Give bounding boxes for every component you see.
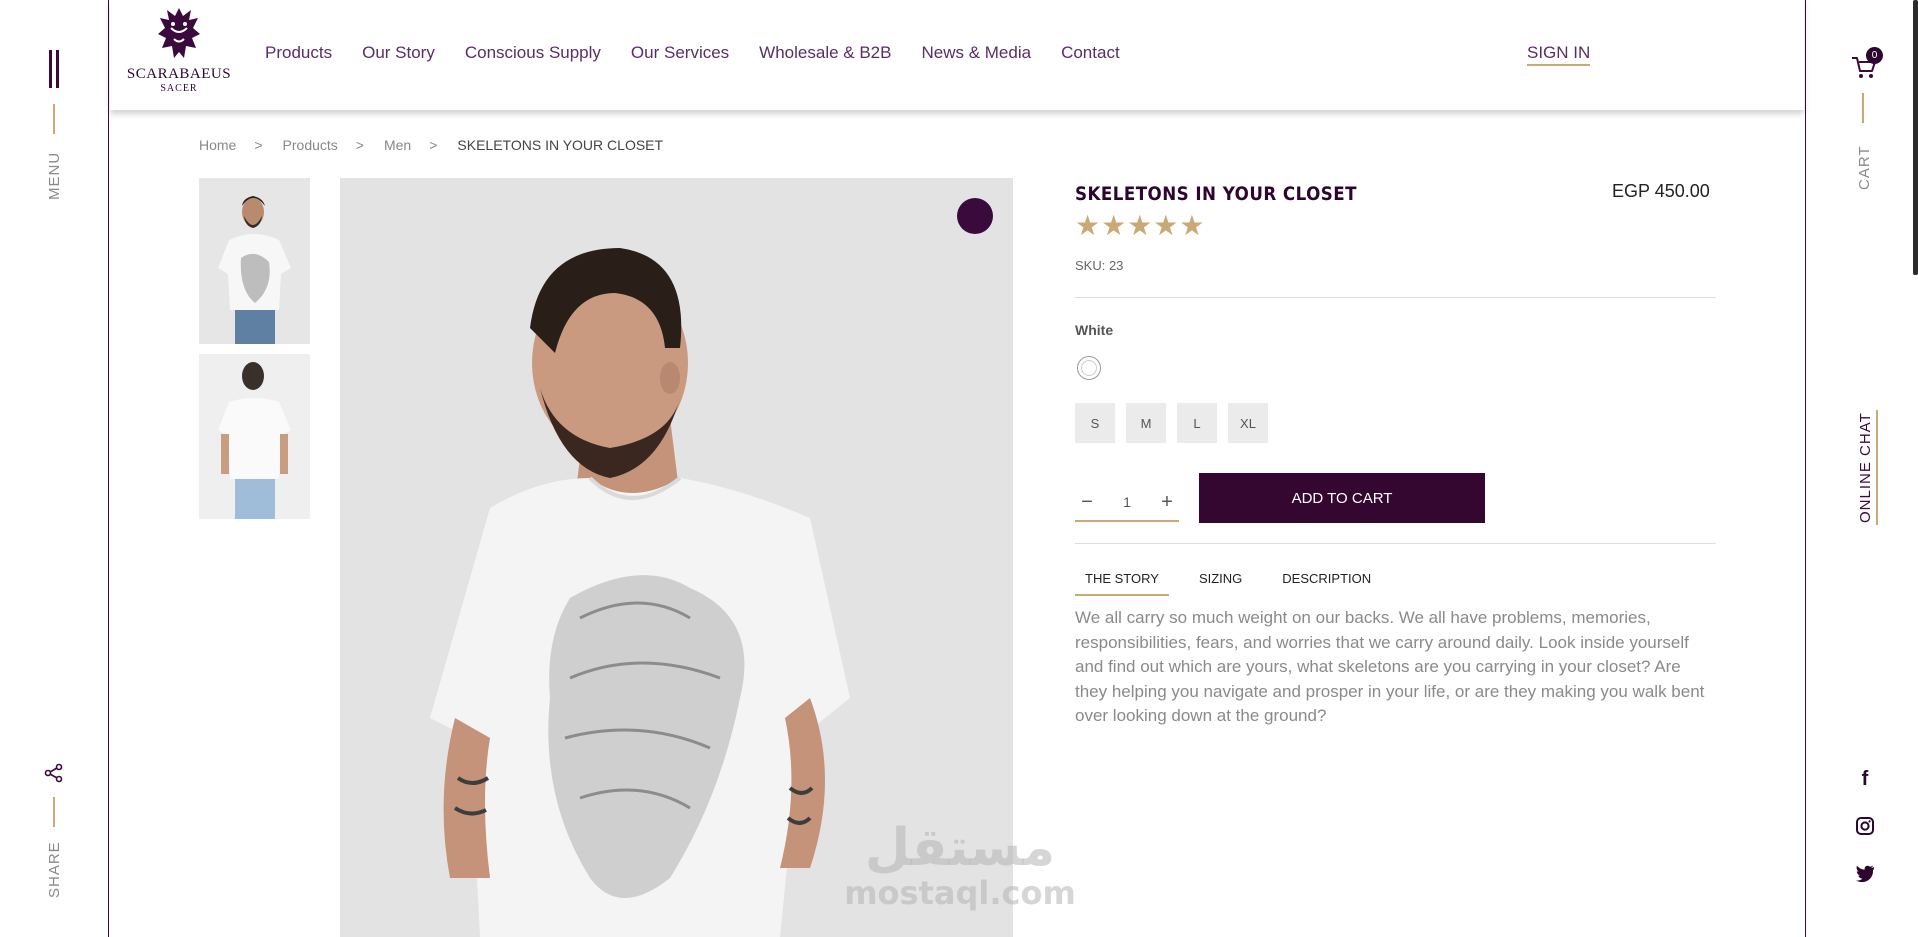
size-button-l[interactable]: L: [1177, 403, 1217, 443]
thumbnail-front[interactable]: [199, 178, 310, 344]
qty-value[interactable]: 1: [1112, 494, 1142, 510]
brand-subtitle: SACER: [160, 83, 198, 94]
breadcrumb-separator: >: [429, 137, 438, 153]
color-label: White: [1075, 322, 1114, 338]
nav-contact[interactable]: Contact: [1061, 43, 1120, 63]
site-header: SCARABAEUS SACER Products Our Story Cons…: [110, 0, 1804, 110]
product-sku: SKU: 23: [1075, 258, 1124, 273]
breadcrumb-home[interactable]: Home: [199, 137, 236, 153]
menu-divider: [53, 104, 55, 134]
story-text: We all carry so much weight on our backs…: [1075, 608, 1705, 725]
main-nav: Products Our Story Conscious Supply Our …: [265, 43, 1150, 63]
page-scrollbar[interactable]: [1913, 0, 1918, 275]
nav-our-story[interactable]: Our Story: [362, 43, 435, 63]
brand-name: SCARABAEUS: [126, 66, 232, 82]
right-rail: 0 CART ONLINE CHAT f: [1805, 0, 1918, 937]
image-color-dot[interactable]: [957, 198, 993, 234]
divider: [1075, 297, 1716, 298]
facebook-icon[interactable]: f: [1854, 768, 1876, 790]
product-photo-front-thumb: [199, 178, 310, 344]
tab-the-story[interactable]: THE STORY: [1075, 568, 1169, 596]
left-rail: MENU SHARE: [0, 0, 109, 937]
color-swatch-white[interactable]: [1077, 356, 1101, 380]
cart-label[interactable]: CART: [1856, 145, 1873, 190]
watermark-latin: mostaql.com: [844, 874, 1076, 912]
size-button-s[interactable]: S: [1075, 403, 1115, 443]
nav-our-services[interactable]: Our Services: [631, 43, 729, 63]
tab-sizing[interactable]: SIZING: [1189, 568, 1252, 596]
brand-logo[interactable]: SCARABAEUS SACER: [124, 6, 234, 106]
breadcrumb-products[interactable]: Products: [283, 137, 338, 153]
divider: [1075, 543, 1716, 544]
cart-count-badge: 0: [1866, 47, 1883, 64]
nav-wholesale[interactable]: Wholesale & B2B: [759, 43, 891, 63]
size-options: S M L XL: [1075, 403, 1279, 443]
quantity-stepper: − 1 +: [1075, 484, 1179, 522]
instagram-icon[interactable]: [1854, 815, 1876, 837]
breadcrumb-separator: >: [254, 137, 263, 153]
nav-products[interactable]: Products: [265, 43, 332, 63]
breadcrumb-current: SKELETONS IN YOUR CLOSET: [457, 137, 664, 153]
qty-decrease-button[interactable]: −: [1075, 491, 1099, 514]
menu-toggle-button[interactable]: [49, 50, 61, 88]
breadcrumb: Home > Products > Men > SKELETONS IN YOU…: [199, 137, 663, 153]
watermark: مستقل mostaql.com: [840, 820, 1080, 910]
share-icon[interactable]: [43, 762, 65, 784]
product-photo-back-thumb: [199, 354, 310, 519]
sign-in-link[interactable]: SIGN IN: [1527, 43, 1591, 66]
online-chat-label[interactable]: ONLINE CHAT: [1857, 412, 1874, 523]
product-price: EGP 450.00: [1612, 181, 1710, 201]
scarab-logo-icon: [158, 8, 200, 58]
product-title: SKELETONS IN YOUR CLOSET: [1075, 183, 1357, 205]
thumbnail-back[interactable]: [199, 354, 310, 519]
cart-divider: [1862, 93, 1864, 123]
breadcrumb-men[interactable]: Men: [384, 137, 411, 153]
qty-increase-button[interactable]: +: [1155, 491, 1179, 514]
nav-news-media[interactable]: News & Media: [921, 43, 1031, 63]
share-label[interactable]: SHARE: [46, 841, 63, 898]
product-tabs: THE STORY SIZING DESCRIPTION: [1075, 568, 1401, 596]
chat-divider: [1876, 410, 1878, 525]
tab-description[interactable]: DESCRIPTION: [1272, 568, 1381, 596]
watermark-arabic: مستقل: [864, 818, 1056, 878]
add-to-cart-button[interactable]: ADD TO CART: [1199, 473, 1485, 523]
rating-stars: ★★★★★: [1075, 209, 1206, 242]
size-button-m[interactable]: M: [1126, 403, 1166, 443]
breadcrumb-separator: >: [355, 137, 364, 153]
share-divider: [53, 797, 55, 827]
nav-conscious-supply[interactable]: Conscious Supply: [465, 43, 601, 63]
twitter-icon[interactable]: [1854, 862, 1876, 884]
size-button-xl[interactable]: XL: [1228, 403, 1268, 443]
menu-label[interactable]: MENU: [46, 152, 63, 200]
